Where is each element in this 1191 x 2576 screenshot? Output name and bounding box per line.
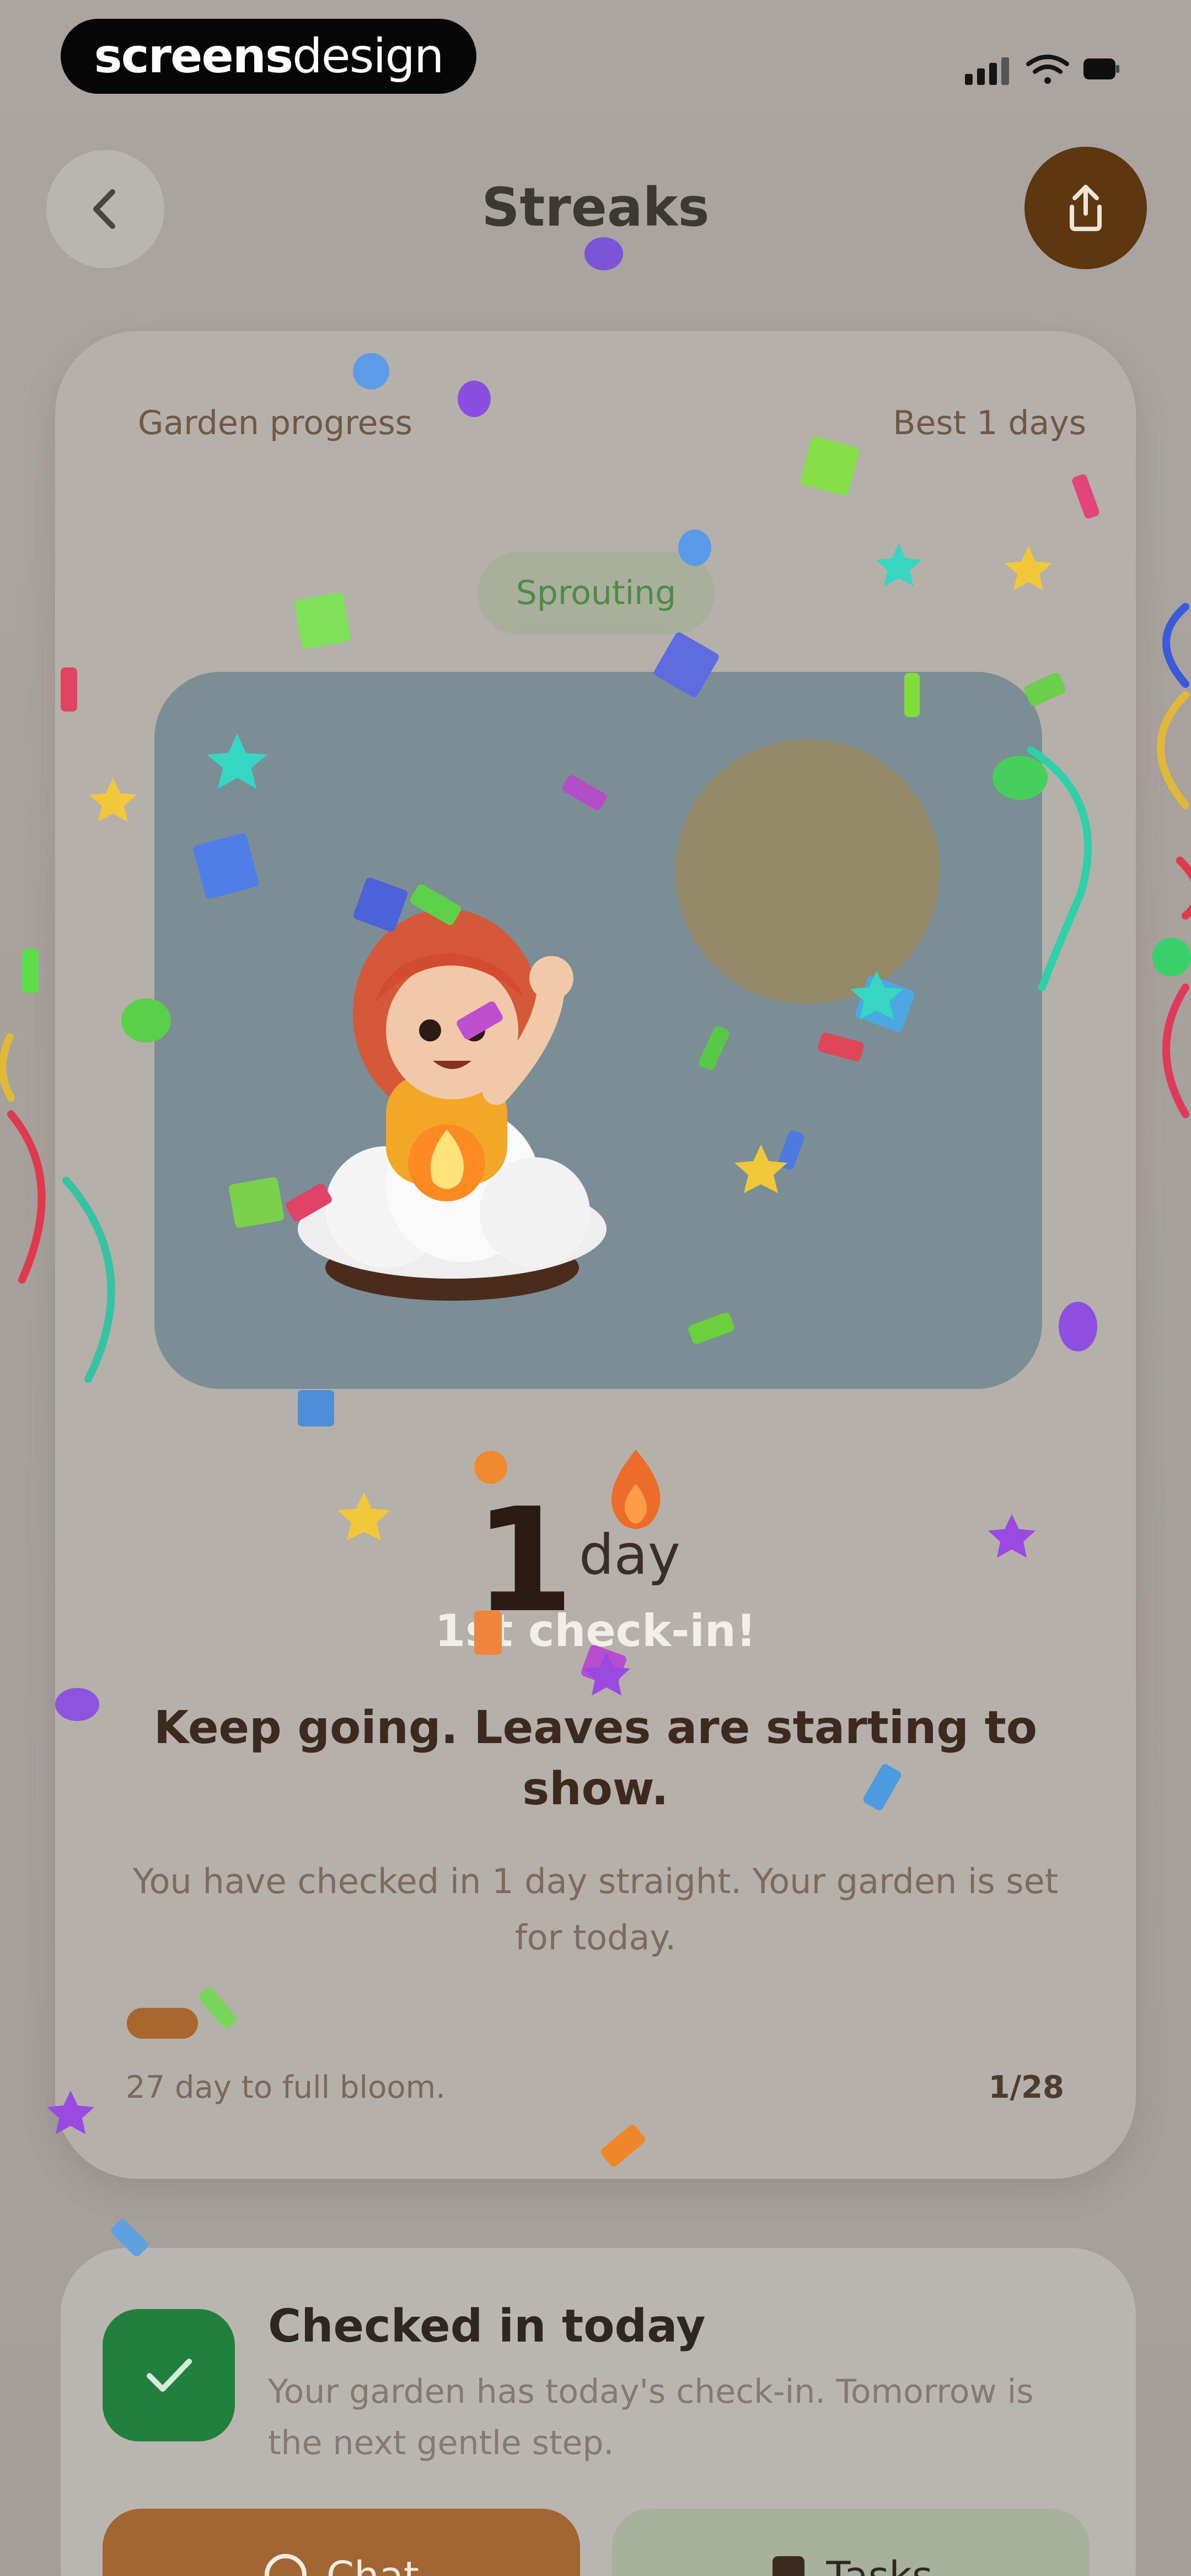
confetti-streamers: [0, 543, 1191, 2134]
streaks-screen: screens design Streaks Garden progress B…: [0, 0, 1191, 2576]
star-confetti: [207, 543, 922, 1019]
